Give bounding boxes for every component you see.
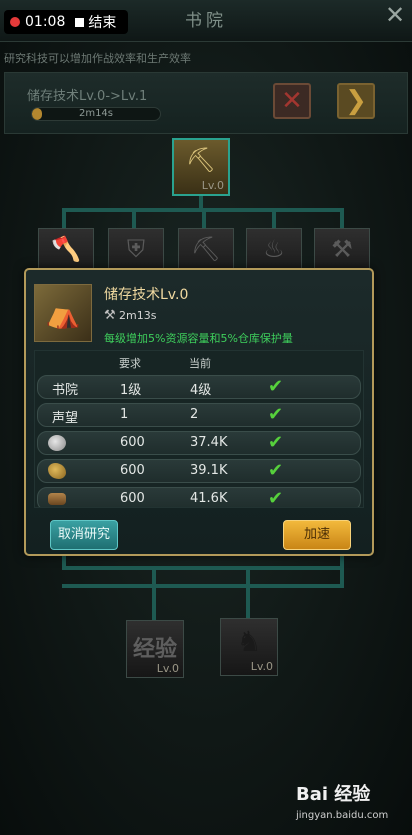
speedup-button[interactable]: 加速 <box>283 520 351 550</box>
tree-connector <box>62 208 66 228</box>
table-row: 600 41.6K ✔ <box>37 487 361 508</box>
node-level: Lv.0 <box>156 662 179 675</box>
progress-time: 2m14s <box>78 108 114 119</box>
wheat-icon <box>48 463 66 479</box>
req-required: 600 <box>120 435 145 450</box>
storage-tech-icon: ⛺ <box>34 284 92 342</box>
requirements-table: 要求 当前 书院 1级 4级 ✔ 声望 1 2 ✔ 600 37.4K ✔ 60… <box>34 350 364 508</box>
close-icon[interactable]: ✕ <box>382 2 408 28</box>
axe-icon: 🪓 <box>51 235 81 263</box>
tree-connector <box>152 570 156 620</box>
req-name: 书院 <box>52 383 79 398</box>
node-level: Lv.0 <box>201 179 224 192</box>
storage-tech-node[interactable]: ⛏ Lv.0 <box>172 138 230 196</box>
modal-time: 2m13s <box>119 309 157 322</box>
stop-icon <box>75 17 85 27</box>
header-current: 当前 <box>189 357 211 370</box>
research-detail-modal: ⛺ 储存技术Lv.0 ⚒ 2m13s 每级增加5%资源容量和5%仓库保护量 要求… <box>24 268 374 556</box>
record-dot-icon <box>10 17 20 27</box>
node-level: Lv.0 <box>250 660 273 673</box>
experience-tech-node[interactable]: 经验 Lv.0 <box>126 620 184 678</box>
check-icon: ✔ <box>268 460 284 481</box>
watermark-main: Bai 经验 <box>296 784 371 805</box>
modal-title: 储存技术Lv.0 <box>104 287 189 303</box>
tree-connector <box>246 570 250 620</box>
req-required: 1级 <box>120 383 142 398</box>
req-required: 600 <box>120 463 145 478</box>
tree-connector <box>272 208 276 228</box>
req-name: 声望 <box>52 411 79 426</box>
req-current: 2 <box>190 407 199 422</box>
req-required: 600 <box>120 491 145 506</box>
table-row: 600 37.4K ✔ <box>37 431 361 455</box>
watermark-url: jingyan.baidu.com <box>296 810 389 821</box>
next-arrow-button[interactable]: ❯ <box>337 83 375 119</box>
req-current: 41.6K <box>190 491 228 506</box>
modal-description: 每级增加5%资源容量和5%仓库保护量 <box>104 332 293 345</box>
baidu-jingyan-watermark: Bai 经验 jingyan.baidu.com <box>296 780 408 826</box>
end-recording-label[interactable]: 结束 <box>88 12 116 32</box>
cancel-research-x-button[interactable]: ✕ <box>273 83 311 119</box>
research-progress-panel: 储存技术Lv.0->Lv.1 2m14s ✕ ❯ <box>4 72 408 134</box>
check-icon: ✔ <box>268 404 284 425</box>
tree-connector <box>340 556 344 586</box>
check-icon: ✔ <box>268 376 284 397</box>
req-current: 4级 <box>190 383 212 398</box>
progress-label: 储存技术Lv.0->Lv.1 <box>27 89 148 104</box>
wood-icon <box>48 493 66 505</box>
hammer-icon: ⚒ <box>104 308 116 323</box>
req-current: 37.4K <box>190 435 228 450</box>
fire-icon: ♨ <box>263 235 285 263</box>
warehouse-icon: ⛺ <box>45 297 81 330</box>
tree-connector <box>340 208 344 228</box>
experience-label: 经验 <box>132 637 177 662</box>
tree-connector <box>62 556 66 570</box>
recording-indicator[interactable]: 01:08 结束 <box>4 10 128 34</box>
recording-time: 01:08 <box>25 14 66 30</box>
table-row: 书院 1级 4级 ✔ <box>37 375 361 399</box>
research-hint: 研究科技可以增加作战效率和生产效率 <box>4 52 191 65</box>
horse-tech-node[interactable]: ♞ Lv.0 <box>220 618 278 676</box>
tree-connector <box>62 584 344 588</box>
storage-tech-icon: ⛏ <box>185 146 217 174</box>
table-row: 600 39.1K ✔ <box>37 459 361 483</box>
anvil-icon: ⚒ <box>331 235 353 263</box>
req-current: 39.1K <box>190 463 228 478</box>
table-row: 声望 1 2 ✔ <box>37 403 361 427</box>
silver-icon <box>48 435 66 451</box>
tree-connector <box>202 208 206 228</box>
cancel-research-button[interactable]: 取消研究 <box>50 520 118 550</box>
shield-icon: ⛨ <box>127 235 145 263</box>
req-required: 1 <box>120 407 129 422</box>
tree-connector <box>62 566 344 570</box>
table-header: 要求 当前 <box>35 355 363 371</box>
tree-connector <box>132 208 136 228</box>
horse-icon: ♞ <box>236 625 262 658</box>
header-required: 要求 <box>119 357 141 370</box>
pickaxe-icon: ⛏ <box>190 235 222 263</box>
check-icon: ✔ <box>268 432 284 453</box>
check-icon: ✔ <box>268 488 284 508</box>
